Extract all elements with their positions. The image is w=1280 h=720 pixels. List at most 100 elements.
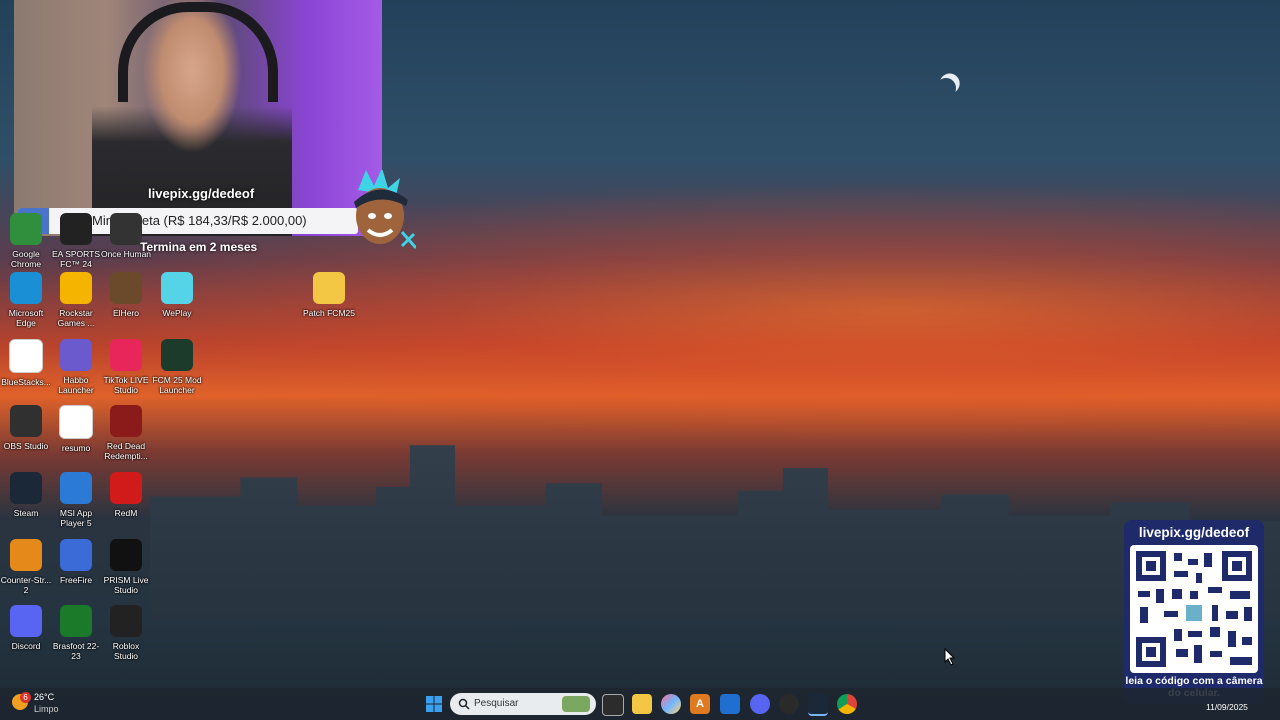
desktop-icon-label: MSI App Player 5 <box>59 508 93 528</box>
app-a-icon[interactable]: A <box>690 694 710 714</box>
weather-badge: 6 <box>20 692 31 703</box>
city-skyline <box>150 445 1280 620</box>
desktop-icon-label: Google Chrome <box>10 249 42 269</box>
desktop-icon-label: Rockstar Games ... <box>57 308 95 328</box>
moon <box>933 75 959 101</box>
cs2-icon <box>10 539 42 571</box>
desktop-icon-label: Discord <box>11 641 41 651</box>
file-explorer-icon[interactable] <box>632 694 652 714</box>
desktop-icon-ea-fc[interactable]: EA SPORTS FC™ 24 <box>50 213 102 269</box>
desktop-icon-label: EA SPORTS FC™ 24 <box>51 249 101 269</box>
desktop-icon-cs2[interactable]: Counter-Str... 2 <box>0 539 52 595</box>
desktop-icon-edge[interactable]: Microsoft Edge <box>0 272 52 328</box>
fcm-icon <box>161 339 193 371</box>
mouse-cursor-icon <box>944 648 956 666</box>
copilot-icon[interactable] <box>661 694 681 714</box>
msi-icon <box>60 472 92 504</box>
search-highlight-icon <box>562 696 590 712</box>
desktop-icon-label: Steam <box>13 508 39 518</box>
desktop-icon-discord[interactable]: Discord <box>0 605 52 651</box>
chrome-icon <box>10 213 42 245</box>
desktop-icon-text-file[interactable]: resumo <box>50 405 102 453</box>
windows-logo-icon <box>426 696 442 712</box>
desktop-icon-tiktok[interactable]: TikTok LIVE Studio <box>100 339 152 395</box>
desktop-icon-label: Counter-Str... 2 <box>0 575 52 595</box>
taskbar-search[interactable]: Pesquisar <box>450 693 596 715</box>
desktop-icon-once-human[interactable]: Once Human <box>100 213 152 259</box>
desktop-icon-elhero[interactable]: ElHero <box>100 272 152 318</box>
desktop-icon-freefire[interactable]: FreeFire <box>50 539 102 585</box>
weplay-icon <box>161 272 193 304</box>
desktop-icon-file[interactable]: BlueStacks... <box>0 339 52 387</box>
weather-temp: 26°C <box>34 692 55 702</box>
task-view-icon[interactable] <box>602 694 624 716</box>
microsoft-store-icon[interactable] <box>720 694 740 714</box>
desktop-icon-steam[interactable]: Steam <box>0 472 52 518</box>
desktop-icon-label: BlueStacks... <box>1 377 51 387</box>
start-button[interactable] <box>424 694 444 714</box>
file-icon <box>9 339 43 373</box>
desktop-icon-label: PRISM Live Studio <box>103 575 149 595</box>
desktop-icon-label: Red Dead Redempti... <box>104 441 148 461</box>
desktop-icon-rdr[interactable]: Red Dead Redempti... <box>100 405 152 461</box>
desktop-icon-label: FCM 25 Mod Launcher <box>152 375 202 395</box>
habbo-icon <box>60 339 92 371</box>
desktop-icon-label: Brasfoot 22-23 <box>52 641 100 661</box>
desktop-icon-label: Patch FCM25 <box>303 308 355 318</box>
desktop-icon-label: WePlay <box>162 308 192 318</box>
cartoon-avatar <box>354 170 416 249</box>
desktop-icon-habbo[interactable]: Habbo Launcher <box>50 339 102 395</box>
search-placeholder: Pesquisar <box>474 698 519 709</box>
obs-icon <box>10 405 42 437</box>
desktop-icon-brasfoot[interactable]: Brasfoot 22-23 <box>50 605 102 661</box>
desktop-icon-label: FreeFire <box>59 575 93 585</box>
qr-code <box>1130 545 1258 673</box>
desktop-icon-label: Microsoft Edge <box>8 308 44 328</box>
search-icon <box>458 698 470 710</box>
desktop-icon-roblox[interactable]: Roblox Studio <box>100 605 152 661</box>
tiktok-icon <box>110 339 142 371</box>
once-human-icon <box>110 213 142 245</box>
roblox-icon <box>110 605 142 637</box>
obs-taskbar-icon[interactable] <box>779 694 799 714</box>
steam-taskbar-icon[interactable] <box>808 694 828 716</box>
desktop-icon-label: OBS Studio <box>3 441 49 451</box>
desktop-icon-folder[interactable]: Patch FCM25 <box>303 272 355 318</box>
desktop-icon-obs[interactable]: OBS Studio <box>0 405 52 451</box>
edge-icon <box>10 272 42 304</box>
desktop-icon-redm[interactable]: RedM <box>100 472 152 518</box>
qr-title: livepix.gg/dedeof <box>1138 525 1250 540</box>
desktop-icon-label: TikTok LIVE Studio <box>103 375 149 395</box>
discord-icon <box>10 605 42 637</box>
freefire-icon <box>60 539 92 571</box>
desktop-icon-rockstar[interactable]: Rockstar Games ... <box>50 272 102 328</box>
discord-taskbar-icon[interactable] <box>750 694 770 714</box>
rdr-icon <box>110 405 142 437</box>
desktop-icon-label: RedM <box>114 508 138 518</box>
desktop-icon-weplay[interactable]: WePlay <box>151 272 203 318</box>
desktop-icon-label: Habbo Launcher <box>58 375 94 395</box>
prism-icon <box>110 539 142 571</box>
desktop-icon-chrome[interactable]: Google Chrome <box>0 213 52 269</box>
ea-fc-icon <box>60 213 92 245</box>
desktop-icon-label: resumo <box>61 443 91 453</box>
desktop-icon-msi[interactable]: MSI App Player 5 <box>50 472 102 528</box>
goal-subtext: Termina em 2 meses <box>140 240 258 254</box>
chrome-taskbar-icon[interactable] <box>837 694 857 714</box>
taskbar-date[interactable]: 11/09/2025 <box>1206 702 1248 712</box>
livepix-overlay-label: livepix.gg/dedeof <box>148 186 255 201</box>
desktop-icon-label: Roblox Studio <box>112 641 140 661</box>
rockstar-icon <box>60 272 92 304</box>
brasfoot-icon <box>60 605 92 637</box>
weather-desc: Limpo <box>34 704 59 714</box>
elhero-icon <box>110 272 142 304</box>
steam-icon <box>10 472 42 504</box>
livepix-qr-panel: livepix.gg/dedeof leia o código com a câ… <box>1124 520 1264 704</box>
desktop-icon-label: ElHero <box>113 308 139 318</box>
text-file-icon <box>59 405 93 439</box>
desktop-icon-label: Once Human <box>100 249 152 259</box>
desktop-icon-prism[interactable]: PRISM Live Studio <box>100 539 152 595</box>
redm-icon <box>110 472 142 504</box>
desktop-icon-fcm[interactable]: FCM 25 Mod Launcher <box>151 339 203 395</box>
folder-icon <box>313 272 345 304</box>
